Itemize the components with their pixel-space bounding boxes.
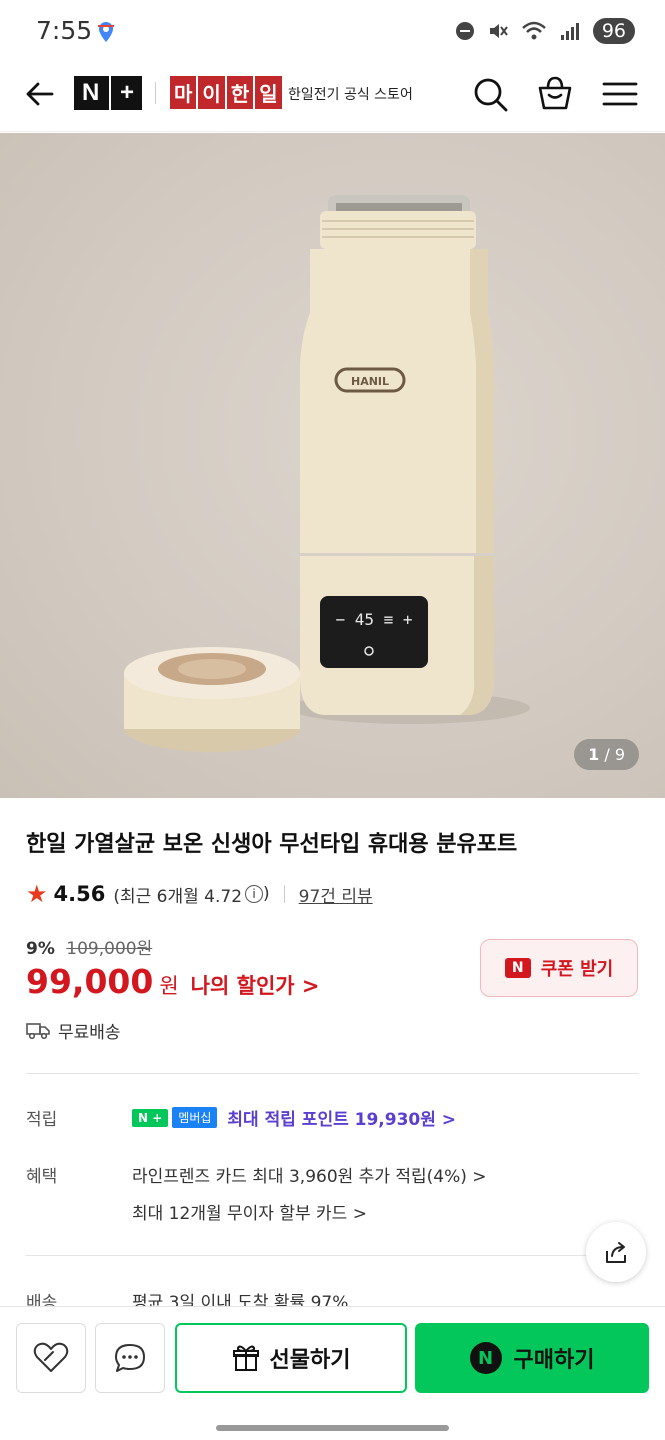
gift-button[interactable]: 선물하기 [175, 1323, 407, 1393]
info-icon[interactable]: i [245, 885, 264, 903]
discount-percent: 9% [26, 939, 55, 959]
svg-text:− 45 ≡ +: − 45 ≡ + [335, 610, 412, 629]
naver-pay-icon: N [469, 1342, 502, 1374]
discount-row: 9% 109,000원 [26, 934, 152, 959]
recent-rating: (최근 6개월 4.72 [113, 886, 243, 907]
buy-button[interactable]: N 구매하기 [415, 1323, 649, 1393]
rating-row: ★ 4.56 (최근 6개월 4.72 i ) 97건 리뷰 [26, 880, 373, 908]
maps-icon [98, 22, 114, 42]
share-icon [606, 1242, 626, 1263]
section-divider [26, 1255, 639, 1256]
coupon-label: 쿠폰 받기 [540, 959, 614, 980]
shipping-label: 무료배송 [58, 1023, 121, 1043]
back-arrow-icon[interactable] [22, 76, 58, 112]
gift-label: 선물하기 [269, 1348, 351, 1373]
clock: 7:55 [36, 16, 93, 45]
logo-char: 이 [198, 76, 225, 109]
heart-icon [33, 1342, 69, 1372]
membership-tag: 멤버십 [172, 1107, 218, 1128]
naver-n-icon: N [504, 958, 531, 978]
original-price: 109,000원 [66, 939, 153, 959]
store-name[interactable]: 한일전기 공식 스토어 [288, 84, 413, 104]
status-bar: 7:55 96 [0, 0, 665, 62]
points-label: 적립 [26, 1110, 58, 1130]
logo-char: 마 [170, 76, 197, 109]
store-logo[interactable]: 마 이 한 일 [170, 76, 282, 109]
svg-text:HANIL: HANIL [351, 375, 389, 388]
product-title: 한일 가열살균 보온 신생아 무선타입 휴대용 분유포트 [26, 832, 518, 857]
search-icon[interactable] [470, 74, 510, 114]
chat-bubble-icon [115, 1344, 145, 1372]
star-icon: ★ [26, 880, 48, 908]
shopping-bag-icon[interactable] [535, 74, 575, 114]
gift-icon [232, 1345, 259, 1371]
benefit-card-points[interactable]: 라인프렌즈 카드 최대 3,960원 추가 적립(4%) > [132, 1162, 487, 1187]
dnd-icon [455, 22, 474, 40]
sale-price: 99,000 [26, 962, 154, 1001]
plus-letter: + [119, 79, 134, 106]
shipping-info: 무료배송 [26, 1018, 121, 1043]
product-photo: HANIL − 45 ≡ + [124, 195, 530, 752]
logo-char: 일 [255, 76, 282, 109]
counter-total: / 9 [604, 745, 625, 764]
recent-rating-close: ) [263, 884, 270, 904]
mute-icon [489, 24, 508, 38]
counter-current: 1 [588, 745, 600, 764]
signal-icon [560, 23, 579, 40]
rating-score: 4.56 [53, 882, 106, 906]
truck-icon [26, 1022, 50, 1039]
header-divider [155, 82, 156, 104]
section-divider [26, 1073, 639, 1074]
bottom-action-bar: 선물하기 N 구매하기 [0, 1306, 665, 1440]
price-row: 99,000 원 나의 할인가 > [26, 962, 320, 1001]
review-link[interactable]: 97건 리뷰 [299, 882, 373, 907]
benefit-label: 혜택 [26, 1167, 58, 1187]
logo-separator [108, 76, 111, 110]
battery-indicator: 96 [592, 18, 635, 44]
buy-label: 구매하기 [513, 1348, 595, 1373]
wishlist-button[interactable] [16, 1323, 86, 1393]
talk-button[interactable] [95, 1323, 165, 1393]
price-unit: 원 [159, 974, 179, 998]
product-image-carousel[interactable]: HANIL − 45 ≡ + 1 / 9 [0, 133, 665, 798]
app-header: N + 마 이 한 일 한일전기 공식 스토어 [0, 62, 665, 132]
my-discount-link[interactable]: 나의 할인가 > [191, 970, 320, 1000]
points-text: 최대 적립 포인트 19,930원 > [227, 1110, 457, 1130]
home-indicator[interactable] [216, 1425, 449, 1431]
wifi-icon [521, 21, 546, 40]
logo-char: 한 [226, 76, 254, 109]
n-letter: N [82, 79, 100, 106]
membership-points[interactable]: N + 멤버십 최대 적립 포인트 19,930원 > [132, 1105, 456, 1130]
coupon-button[interactable]: N 쿠폰 받기 [480, 939, 638, 997]
naver-plus-logo[interactable]: N + [74, 76, 142, 110]
benefit-installment[interactable]: 최대 12개월 무이자 할부 카드 > [132, 1199, 367, 1224]
share-button[interactable] [586, 1222, 646, 1282]
rating-divider [283, 885, 285, 903]
hamburger-menu-icon[interactable] [600, 74, 640, 114]
membership-n-tag: N + [132, 1108, 169, 1127]
image-page-counter: 1 / 9 [574, 739, 639, 770]
